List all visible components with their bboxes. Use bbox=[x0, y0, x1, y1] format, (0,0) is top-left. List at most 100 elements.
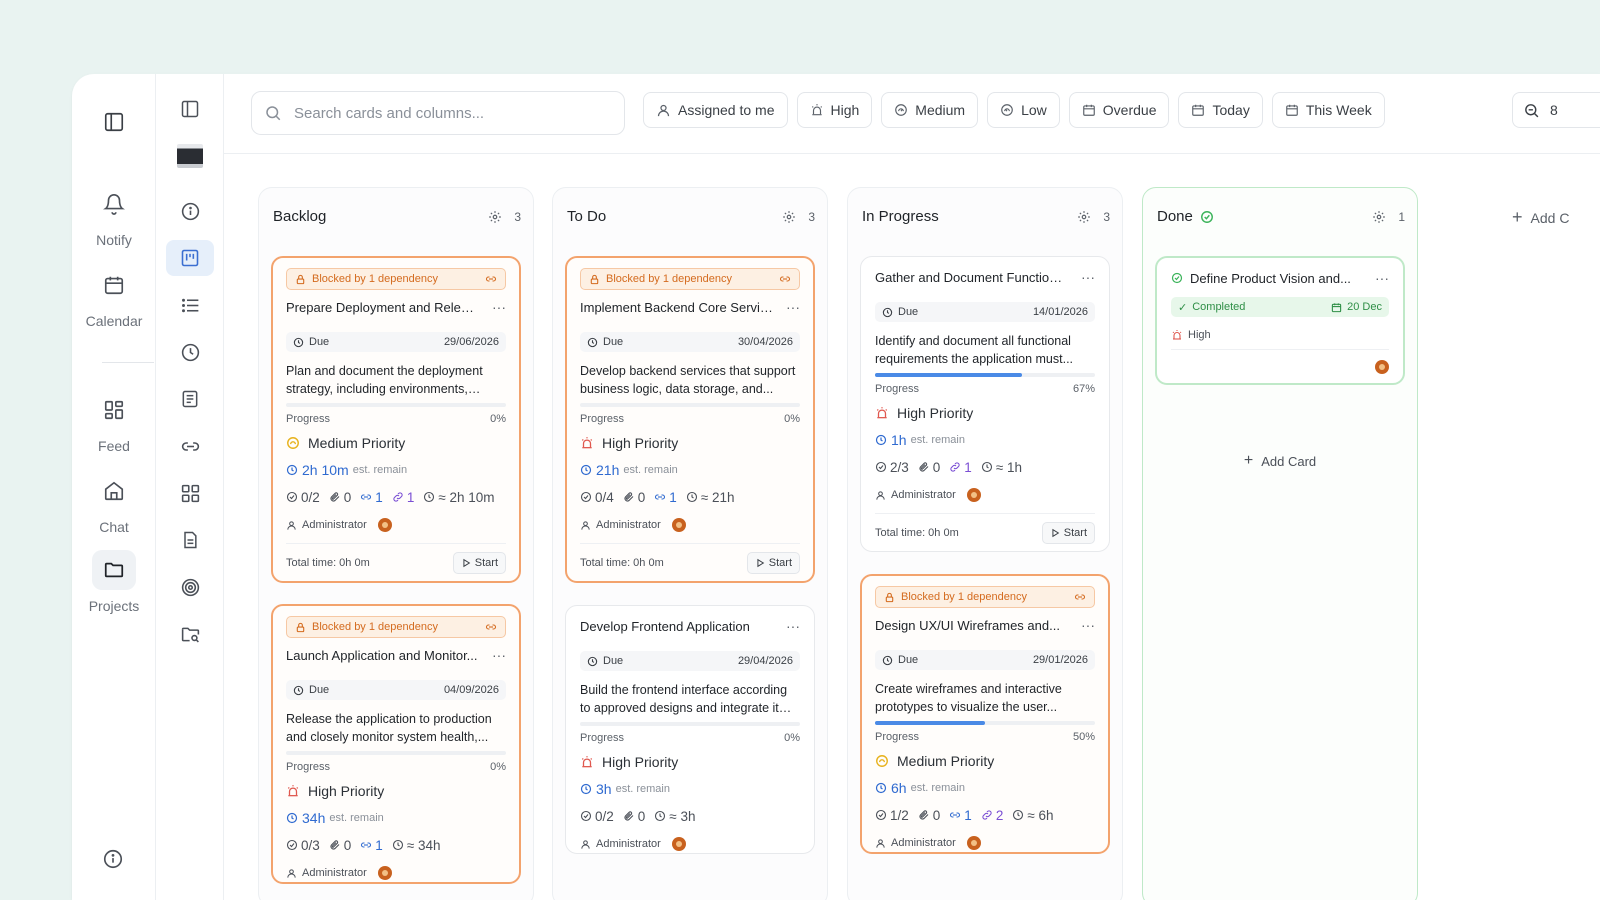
collapse-panel-button[interactable] bbox=[166, 91, 214, 127]
time-stat: ≈ 3h bbox=[654, 809, 695, 824]
filter-assigned-to-me[interactable]: Assigned to me bbox=[643, 92, 788, 128]
gear-icon[interactable] bbox=[1372, 210, 1386, 224]
gear-icon[interactable] bbox=[1077, 210, 1091, 224]
filter-high[interactable]: High bbox=[796, 92, 873, 128]
search-input[interactable] bbox=[294, 104, 594, 122]
link-icon bbox=[485, 276, 497, 282]
filter-low[interactable]: Low bbox=[987, 92, 1060, 128]
assignee-name: Administrator bbox=[596, 838, 661, 850]
total-time: Total time: 0h 0m bbox=[875, 526, 959, 539]
play-icon bbox=[757, 558, 765, 567]
task-card[interactable]: Blocked by 1 dependency Design UX/UI Wir… bbox=[860, 574, 1110, 854]
rail-item-feed[interactable]: Feed bbox=[72, 390, 156, 454]
project-image bbox=[177, 144, 203, 168]
add-column-button[interactable]: + Add C bbox=[1512, 207, 1569, 228]
rail-item-label: Notify bbox=[96, 232, 132, 248]
est-value: 3h bbox=[596, 781, 612, 797]
play-icon bbox=[463, 558, 471, 567]
est-value: 2h 10m bbox=[302, 462, 349, 478]
rail-item-projects[interactable]: Projects bbox=[72, 550, 156, 614]
project-info-button[interactable] bbox=[166, 193, 214, 229]
notes-button[interactable] bbox=[166, 381, 214, 417]
start-button[interactable]: Start bbox=[746, 551, 800, 574]
timeline-button[interactable] bbox=[166, 334, 214, 370]
attachments-stat: 0 bbox=[918, 459, 941, 475]
task-card[interactable]: Blocked by 1 dependency Implement Backen… bbox=[565, 256, 815, 583]
search-box[interactable] bbox=[251, 91, 625, 135]
start-button[interactable]: Start bbox=[452, 551, 506, 574]
gear-icon[interactable] bbox=[488, 210, 502, 224]
task-card[interactable]: Gather and Document Functional... ··· Due… bbox=[860, 256, 1110, 552]
priority: High Priority bbox=[580, 753, 800, 771]
subtasks-value: 0/2 bbox=[595, 808, 614, 824]
more-options-button[interactable]: ··· bbox=[480, 299, 506, 315]
filter-today[interactable]: Today bbox=[1178, 92, 1263, 128]
more-options-button[interactable]: ··· bbox=[774, 299, 800, 315]
goals-button[interactable] bbox=[166, 569, 214, 605]
due-value: 29/06/2026 bbox=[443, 336, 499, 348]
filter-overdue[interactable]: Overdue bbox=[1068, 92, 1170, 128]
plus-icon: + bbox=[1512, 207, 1523, 227]
est-value: 6h bbox=[891, 780, 907, 796]
rail-item-calendar[interactable]: Calendar bbox=[72, 265, 156, 329]
filter-label: High bbox=[830, 102, 860, 118]
project-thumbnail[interactable] bbox=[166, 138, 214, 174]
documents-button[interactable] bbox=[166, 522, 214, 558]
priority: Medium Priority bbox=[286, 434, 506, 452]
task-card[interactable]: Blocked by 1 dependency Prepare Deployme… bbox=[271, 256, 521, 583]
add-card-button[interactable]: + Add Card bbox=[1143, 452, 1417, 470]
list-view-button[interactable] bbox=[166, 287, 214, 323]
filter-label: Assigned to me bbox=[678, 102, 775, 118]
subtasks-value: 0/4 bbox=[595, 489, 614, 505]
dependencies-stat: 2 bbox=[981, 808, 1003, 823]
attachments-value: 0 bbox=[932, 459, 941, 475]
paperclip-icon bbox=[330, 840, 340, 850]
dependencies-stat: 1 bbox=[949, 460, 972, 475]
filter-medium[interactable]: Medium bbox=[881, 92, 979, 128]
paperclip-icon bbox=[624, 811, 634, 821]
rail-item-chat[interactable]: Chat bbox=[72, 471, 156, 535]
rail-item-notify[interactable]: Notify bbox=[72, 184, 156, 248]
user-icon bbox=[287, 520, 296, 530]
task-card[interactable]: Develop Frontend Application ··· Due 29/0… bbox=[565, 605, 815, 854]
panel-left-icon bbox=[104, 112, 124, 132]
zoom-control[interactable]: 8 bbox=[1512, 92, 1600, 128]
calendar-icon bbox=[92, 265, 136, 305]
more-options-button[interactable]: ··· bbox=[1363, 270, 1389, 286]
more-options-button[interactable]: ··· bbox=[480, 647, 506, 663]
due-label: Due bbox=[603, 655, 624, 667]
task-card[interactable]: Blocked by 1 dependency Launch Applicati… bbox=[271, 604, 521, 884]
card-title: Design UX/UI Wireframes and... bbox=[875, 617, 1060, 633]
progress-label: Progress bbox=[580, 732, 625, 744]
check-circle-icon bbox=[286, 491, 298, 503]
filter-label: Today bbox=[1212, 102, 1250, 118]
board-view-button[interactable] bbox=[166, 240, 214, 276]
progress-value: 0% bbox=[490, 413, 506, 425]
attachments-value: 0 bbox=[637, 808, 646, 824]
high-priority-icon bbox=[287, 785, 299, 797]
info-button[interactable] bbox=[102, 848, 124, 870]
apps-button[interactable] bbox=[166, 475, 214, 511]
due-date: Due 29/06/2026 bbox=[286, 332, 506, 352]
clock-icon bbox=[580, 783, 592, 795]
progress-bar bbox=[286, 403, 506, 407]
add-column-label: Add C bbox=[1530, 209, 1570, 226]
clock-icon bbox=[882, 307, 893, 317]
task-card[interactable]: Define Product Vision and... ··· ✓ Comple… bbox=[1155, 256, 1405, 385]
start-button[interactable]: Start bbox=[1041, 521, 1095, 544]
sidebar-toggle-button[interactable] bbox=[100, 108, 128, 136]
card-title: Prepare Deployment and Releas... bbox=[286, 299, 480, 315]
more-options-button[interactable]: ··· bbox=[774, 618, 800, 634]
links-value: 1 bbox=[669, 489, 677, 505]
links-button[interactable] bbox=[166, 428, 214, 464]
filter-label: Overdue bbox=[1102, 102, 1157, 118]
column-title: Backlog bbox=[273, 208, 327, 225]
filter-this-week[interactable]: This Week bbox=[1271, 92, 1385, 128]
card-title: Develop Frontend Application bbox=[580, 618, 750, 634]
files-button[interactable] bbox=[166, 616, 214, 652]
search-icon bbox=[266, 106, 281, 121]
more-options-button[interactable]: ··· bbox=[1069, 269, 1095, 285]
gear-icon[interactable] bbox=[782, 210, 796, 224]
est-label: est. remain bbox=[623, 464, 678, 476]
more-options-button[interactable]: ··· bbox=[1069, 617, 1095, 633]
